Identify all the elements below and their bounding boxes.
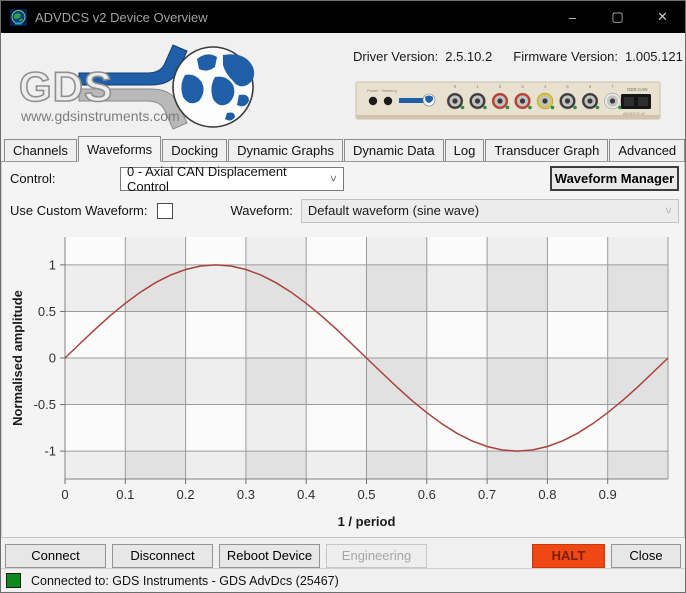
device-can-label: GDS CAN bbox=[627, 87, 648, 92]
chevron-down-icon: ˅ bbox=[657, 204, 672, 218]
device-power-label: Power bbox=[367, 88, 379, 93]
chevron-down-icon: ˅ bbox=[322, 172, 337, 186]
tab-advanced[interactable]: Advanced bbox=[609, 139, 685, 161]
close-button[interactable]: Close bbox=[611, 544, 681, 568]
tab-docking[interactable]: Docking bbox=[162, 139, 227, 161]
device-warning-label: Warning bbox=[382, 88, 397, 93]
gds-logo: GDS www.gdsinstruments.com bbox=[1, 33, 341, 133]
tab-dynamic-graphs[interactable]: Dynamic Graphs bbox=[228, 139, 343, 161]
status-bar: Connected to: GDS Instruments - GDS AdvD… bbox=[1, 568, 685, 592]
engineering-button: Engineering bbox=[326, 544, 427, 568]
tab-channels[interactable]: Channels bbox=[4, 139, 77, 161]
connection-status-indicator bbox=[6, 573, 21, 588]
svg-text:0.8: 0.8 bbox=[538, 487, 556, 502]
chart-area: 0 0.1 0.2 0.3 0.4 0.5 0.6 0.7 0.8 0.9 1 0.5 0 -0.5 -1 1… bbox=[2, 226, 684, 538]
svg-text:1: 1 bbox=[49, 257, 56, 272]
waveform-select[interactable]: Default waveform (sine wave) ˅ bbox=[301, 199, 679, 223]
minimize-icon[interactable]: – bbox=[550, 1, 595, 33]
svg-text:0.1: 0.1 bbox=[116, 487, 134, 502]
svg-text:Normalised amplitude: Normalised amplitude bbox=[10, 290, 25, 426]
svg-text:0.6: 0.6 bbox=[418, 487, 436, 502]
svg-text:-1: -1 bbox=[44, 444, 56, 459]
reboot-device-button[interactable]: Reboot Device bbox=[219, 544, 320, 568]
connection-status-text: Connected to: GDS Instruments - GDS AdvD… bbox=[31, 574, 339, 588]
logo-url-text: www.gdsinstruments.com bbox=[20, 108, 180, 124]
device-model-label: ADVDCS v2 bbox=[623, 111, 646, 116]
svg-text:0.3: 0.3 bbox=[237, 487, 255, 502]
svg-text:1 / period: 1 / period bbox=[338, 514, 396, 529]
tab-dynamic-data[interactable]: Dynamic Data bbox=[344, 139, 444, 161]
svg-text:0: 0 bbox=[49, 351, 56, 366]
close-icon[interactable]: ✕ bbox=[640, 1, 685, 33]
tab-log[interactable]: Log bbox=[445, 139, 485, 161]
firmware-version-label: Firmware Version: bbox=[513, 49, 618, 64]
tab-strip: ChannelsWaveformsDockingDynamic GraphsDy… bbox=[1, 135, 685, 162]
waveform-label: Waveform: bbox=[231, 203, 293, 218]
footer-button-row: ConnectDisconnectReboot DeviceEngineerin… bbox=[5, 543, 681, 568]
waveform-row: Use Custom Waveform: Waveform: Default w… bbox=[10, 199, 679, 222]
logo-text-gds: GDS bbox=[19, 63, 113, 110]
svg-text:0: 0 bbox=[61, 487, 68, 502]
device-photo: Power Warning 01234567 GDS CAN ADVDCS v2 bbox=[355, 79, 661, 123]
svg-text:-0.5: -0.5 bbox=[34, 397, 56, 412]
control-row: Control: 0 - Axial CAN Displacement Cont… bbox=[10, 166, 679, 191]
disconnect-button[interactable]: Disconnect bbox=[112, 544, 213, 568]
header: GDS www.gdsinstruments.com Driver Versio… bbox=[1, 33, 685, 135]
svg-text:0.2: 0.2 bbox=[177, 487, 195, 502]
waveforms-tab-page: Control: 0 - Axial CAN Displacement Cont… bbox=[1, 162, 685, 538]
tab-transducer-graph[interactable]: Transducer Graph bbox=[485, 139, 608, 161]
waveform-chart: 0 0.1 0.2 0.3 0.4 0.5 0.6 0.7 0.8 0.9 1 0.5 0 -0.5 -1 1… bbox=[2, 226, 685, 538]
halt-button[interactable]: HALT bbox=[532, 544, 605, 568]
use-custom-waveform-checkbox[interactable] bbox=[157, 203, 173, 219]
svg-text:0.5: 0.5 bbox=[38, 304, 56, 319]
control-select-value: 0 - Axial CAN Displacement Control bbox=[127, 164, 322, 194]
version-info: Driver Version: 2.5.10.2 Firmware Versio… bbox=[353, 49, 679, 64]
control-select[interactable]: 0 - Axial CAN Displacement Control ˅ bbox=[120, 167, 344, 191]
driver-version-label: Driver Version: bbox=[353, 49, 438, 64]
svg-text:0.4: 0.4 bbox=[297, 487, 315, 502]
window-title: ADVDCS v2 Device Overview bbox=[35, 10, 550, 25]
waveform-select-value: Default waveform (sine wave) bbox=[308, 203, 479, 218]
firmware-version-value: 1.005.121 bbox=[625, 49, 683, 64]
driver-version-value: 2.5.10.2 bbox=[445, 49, 492, 64]
use-custom-waveform-label: Use Custom Waveform: bbox=[10, 203, 148, 218]
control-label: Control: bbox=[10, 171, 120, 186]
svg-text:0.7: 0.7 bbox=[478, 487, 496, 502]
svg-text:0.9: 0.9 bbox=[599, 487, 617, 502]
tab-waveforms[interactable]: Waveforms bbox=[78, 136, 161, 162]
connect-button[interactable]: Connect bbox=[5, 544, 106, 568]
app-globe-icon bbox=[10, 9, 27, 26]
advdcs-window: ADVDCS v2 Device Overview – ▢ ✕ GDS www.… bbox=[0, 0, 686, 593]
title-bar: ADVDCS v2 Device Overview – ▢ ✕ bbox=[1, 1, 685, 33]
maximize-icon[interactable]: ▢ bbox=[595, 1, 640, 33]
waveform-manager-button[interactable]: Waveform Manager bbox=[550, 166, 679, 191]
svg-text:0.5: 0.5 bbox=[357, 487, 375, 502]
